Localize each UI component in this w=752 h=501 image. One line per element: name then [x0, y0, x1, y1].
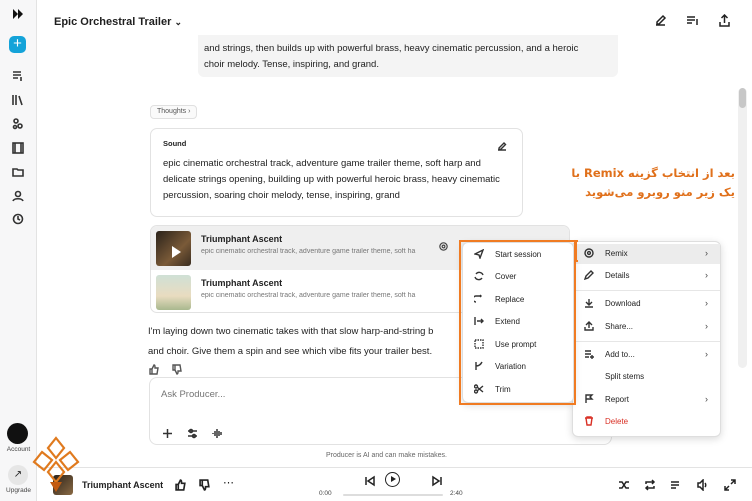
history-icon[interactable]	[10, 211, 26, 227]
track-desc: epic cinematic orchestral track, adventu…	[201, 248, 416, 255]
avatar[interactable]	[7, 423, 28, 444]
scrollbar[interactable]	[738, 88, 747, 368]
sound-card: Sound epic cinematic orchestral track, a…	[150, 128, 523, 217]
remix-icon	[584, 248, 595, 259]
expand-icon[interactable]	[724, 478, 736, 491]
context-menu: Remix › Details › Download › Share... › Add …	[572, 241, 721, 437]
pencil-icon	[583, 270, 595, 281]
track-desc: epic cinematic orchestral track, adventu…	[201, 292, 416, 299]
progress-bar[interactable]	[343, 494, 443, 496]
user-prompt: and strings, then builds up with powerfu…	[198, 35, 618, 77]
player-title[interactable]: Triumphant Ascent	[82, 480, 163, 490]
disclaimer: Producer is AI and can make mistakes.	[326, 452, 447, 459]
queue-icon[interactable]	[686, 14, 700, 28]
track-name: Triumphant Ascent	[201, 278, 283, 288]
menu-item-split-stems[interactable]: Split stems	[573, 367, 720, 387]
playlist-icon[interactable]	[10, 68, 26, 84]
menu-divider	[573, 341, 720, 342]
repeat-icon[interactable]	[644, 478, 656, 491]
chevron-right-icon: ›	[705, 248, 708, 258]
chevron-right-icon: ›	[705, 349, 708, 359]
settings-icon[interactable]	[438, 239, 450, 251]
edit-icon[interactable]	[654, 14, 668, 28]
menu-item-report[interactable]: Report ›	[573, 390, 720, 410]
menu-item-delete[interactable]: Delete	[573, 412, 720, 432]
watermark-logo	[30, 436, 82, 494]
play-icon[interactable]	[172, 246, 181, 258]
menu-item-add-to[interactable]: Add to... ›	[573, 345, 720, 365]
library-icon[interactable]	[10, 92, 26, 108]
upgrade-button[interactable]: ↗	[8, 465, 28, 485]
new-button[interactable]: +	[9, 36, 26, 53]
chevron-right-icon: ›	[705, 270, 708, 280]
highlight-remix	[575, 240, 578, 262]
next-icon[interactable]	[431, 474, 443, 487]
time-current: 0:00	[319, 490, 332, 497]
more-icon[interactable]: ⋯	[223, 478, 235, 490]
menu-item-remix[interactable]: Remix ›	[573, 244, 720, 264]
add-icon[interactable]	[162, 426, 174, 438]
time-total: 2:40	[450, 490, 463, 497]
add-icon	[584, 349, 595, 360]
menu-item-details[interactable]: Details ›	[573, 266, 720, 286]
volume-icon[interactable]	[697, 478, 709, 492]
video-icon[interactable]	[10, 140, 26, 156]
share-icon	[584, 321, 595, 332]
share-icon[interactable]	[718, 13, 732, 28]
thumbs-up-icon[interactable]	[149, 362, 161, 375]
prompt-input[interactable]	[161, 389, 461, 400]
sound-title: Sound	[163, 139, 187, 148]
scroll-thumb[interactable]	[739, 88, 746, 108]
folder-icon[interactable]	[10, 164, 26, 180]
player-bar: Triumphant Ascent ⋯ 0:00 2:40	[38, 467, 752, 501]
profile-icon[interactable]	[10, 188, 26, 204]
chevron-right-icon: ›	[705, 298, 708, 308]
edit-icon[interactable]	[496, 139, 508, 151]
logo-icon[interactable]	[10, 6, 26, 22]
thumbs-down-icon[interactable]	[172, 362, 184, 375]
shuffle-icon[interactable]	[618, 478, 630, 490]
sliders-icon[interactable]	[187, 426, 199, 439]
flag-icon	[584, 394, 595, 405]
left-rail: + Account ↗ Upgrade	[0, 0, 37, 501]
previous-icon[interactable]	[364, 474, 376, 487]
menu-divider	[573, 290, 720, 291]
track-cover[interactable]	[156, 275, 191, 310]
trash-icon	[584, 416, 595, 427]
menu-item-share[interactable]: Share... ›	[573, 317, 720, 337]
waveform-icon[interactable]	[212, 426, 224, 438]
stems-icon	[584, 371, 595, 382]
thumbs-up-icon[interactable]	[175, 478, 187, 491]
thumbs-down-icon[interactable]	[199, 478, 211, 491]
thoughts-toggle[interactable]: Thoughts ›	[150, 105, 198, 119]
track-name: Triumphant Ascent	[201, 234, 283, 244]
chevron-right-icon: ›	[705, 321, 708, 331]
download-icon	[584, 298, 595, 309]
annotation-text: بعد از انتخاب گزینه Remix با یک زیر منو …	[571, 166, 735, 199]
sound-text: epic cinematic orchestral track, adventu…	[163, 158, 500, 201]
project-title[interactable]: Epic Orchestral Trailer ⌄	[54, 16, 182, 28]
queue-icon[interactable]	[670, 478, 682, 490]
chevron-right-icon: ›	[705, 394, 708, 404]
menu-item-download[interactable]: Download ›	[573, 294, 720, 314]
track-cover[interactable]	[156, 231, 191, 266]
play-button[interactable]	[385, 472, 400, 487]
community-icon[interactable]	[10, 116, 26, 132]
highlight-submenu	[459, 240, 576, 405]
